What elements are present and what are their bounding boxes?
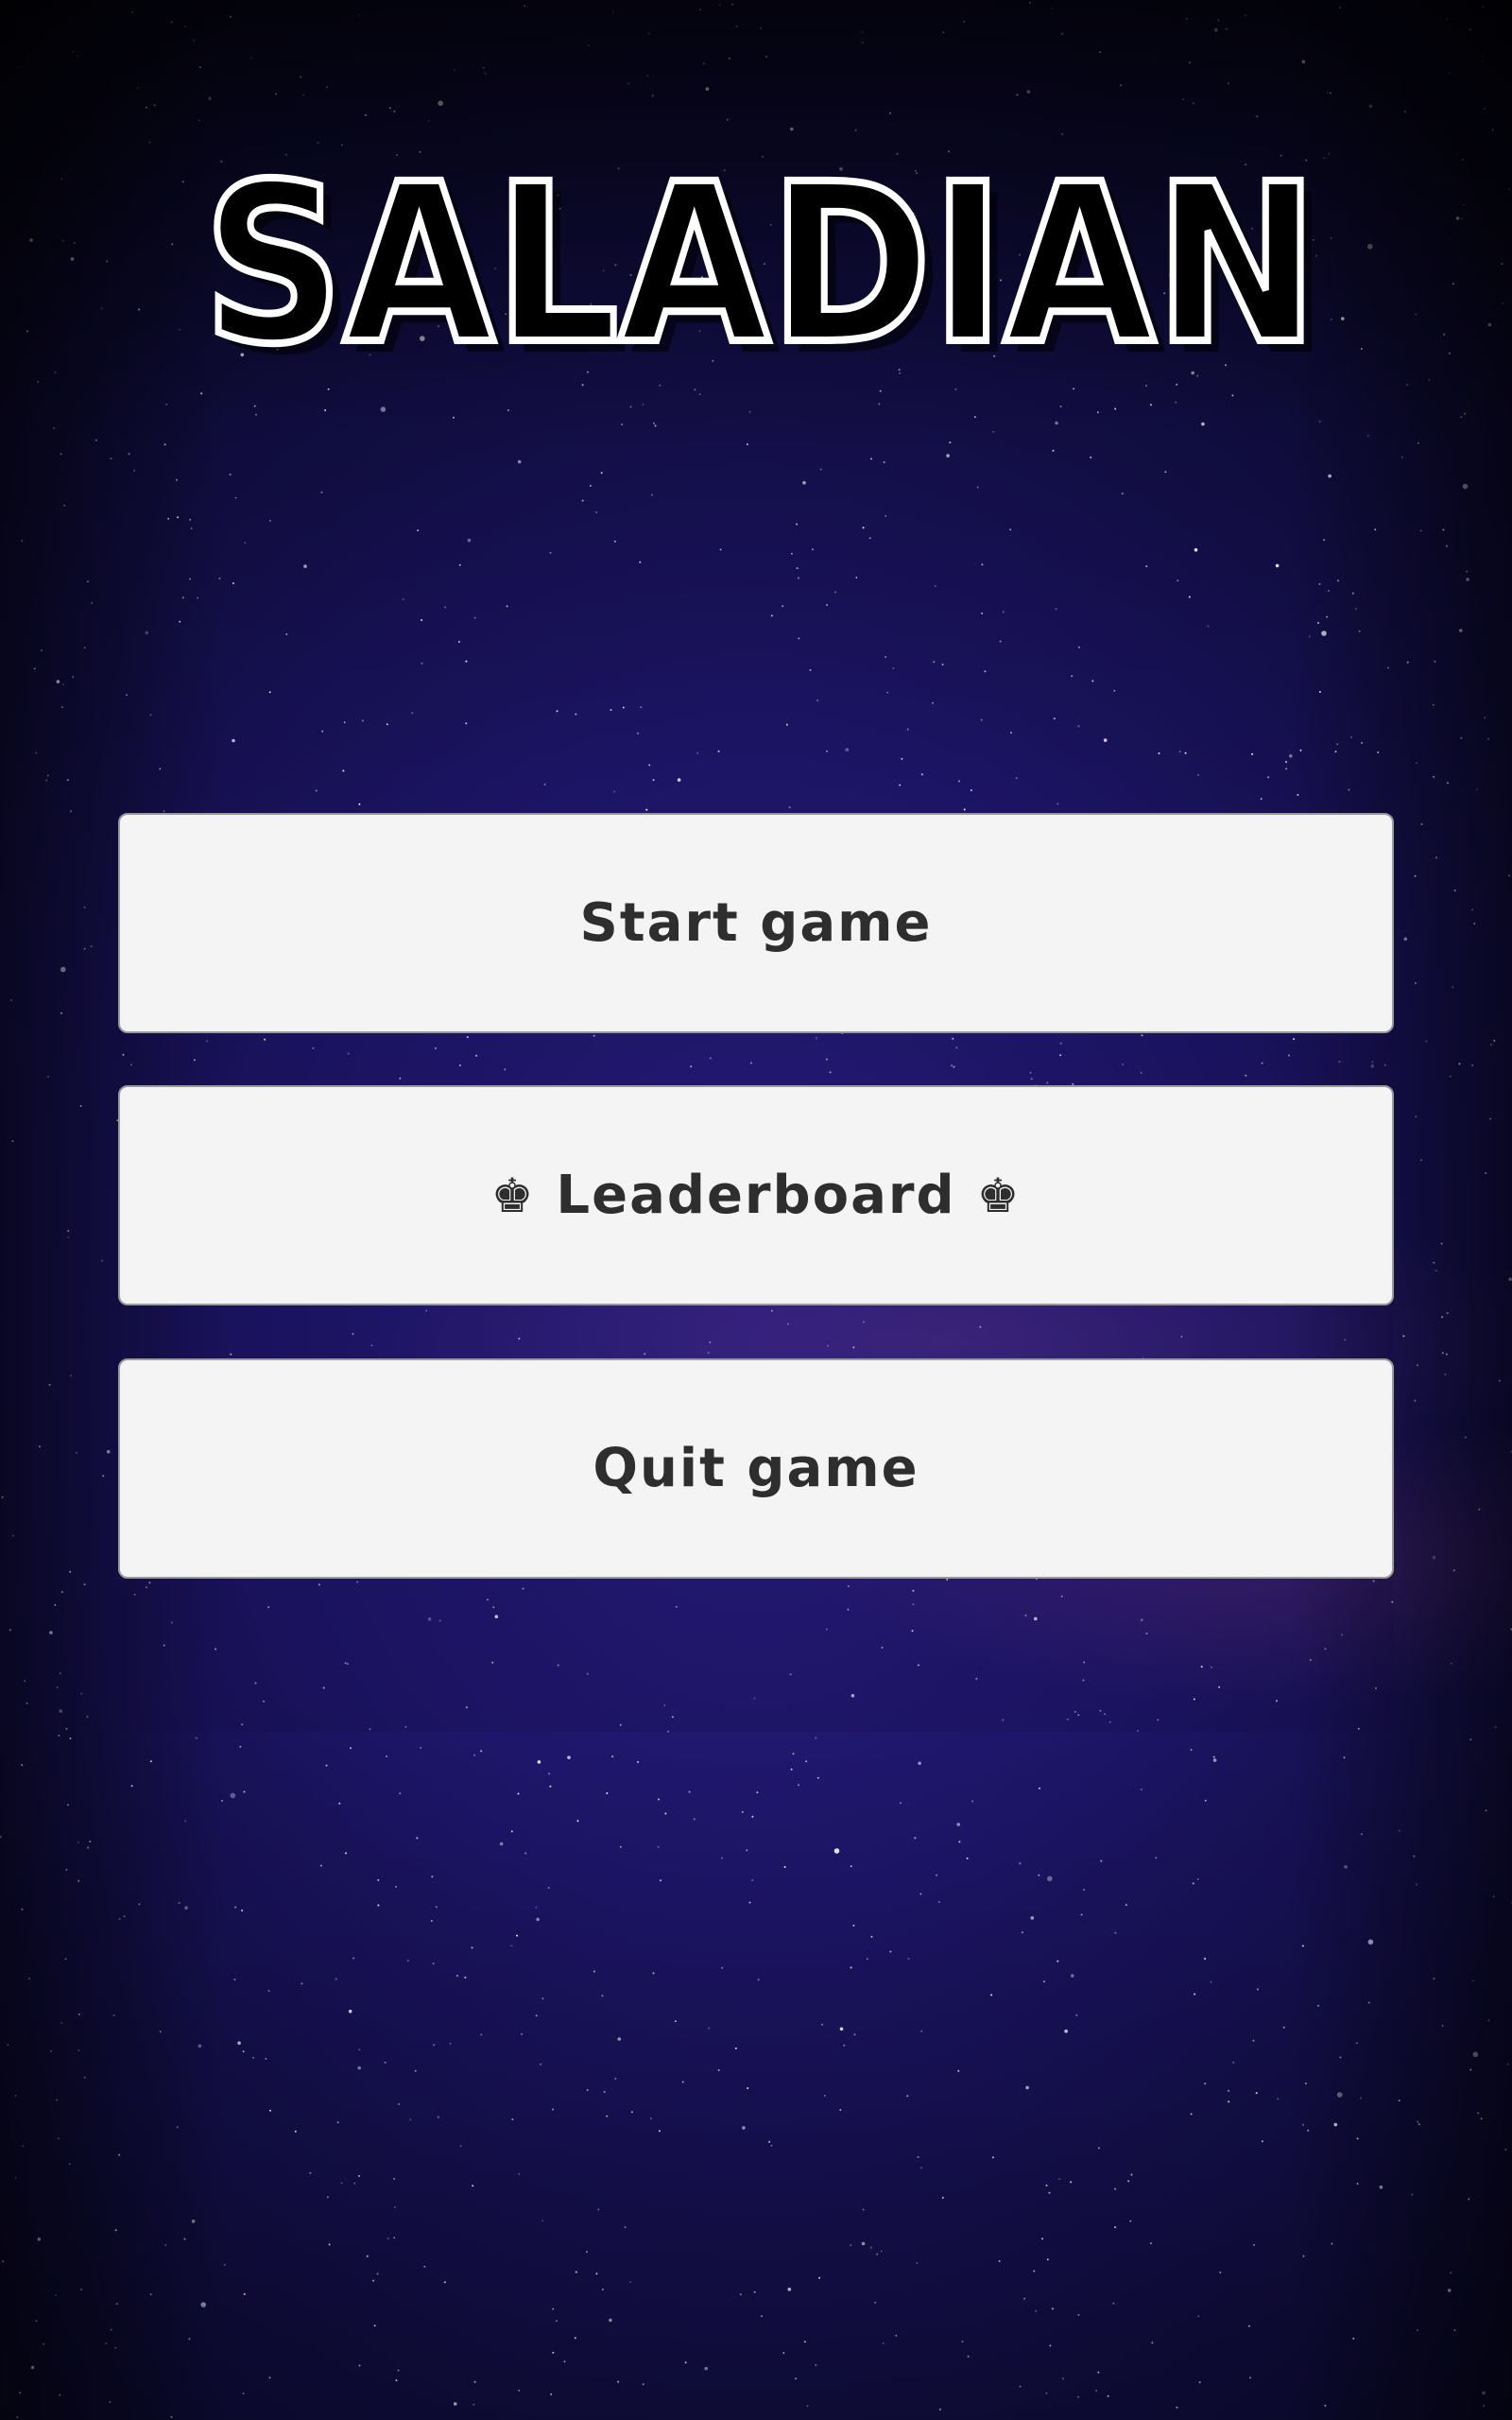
quit-game-label: Quit game [593, 1438, 919, 1499]
game-title-logo: SALADIAN SALADIAN [180, 133, 1342, 404]
start-game-button[interactable]: Start game [118, 813, 1394, 1033]
game-title: SALADIAN [203, 142, 1318, 388]
crown-icon: ♚ [976, 1167, 1022, 1223]
crown-icon: ♚ [490, 1167, 536, 1223]
quit-game-button[interactable]: Quit game [118, 1358, 1394, 1579]
start-game-label: Start game [579, 892, 933, 954]
leaderboard-label: Leaderboard [556, 1165, 956, 1226]
leaderboard-button[interactable]: ♚ Leaderboard ♚ [118, 1085, 1394, 1305]
game-title-graphic: SALADIAN SALADIAN [199, 133, 1330, 404]
